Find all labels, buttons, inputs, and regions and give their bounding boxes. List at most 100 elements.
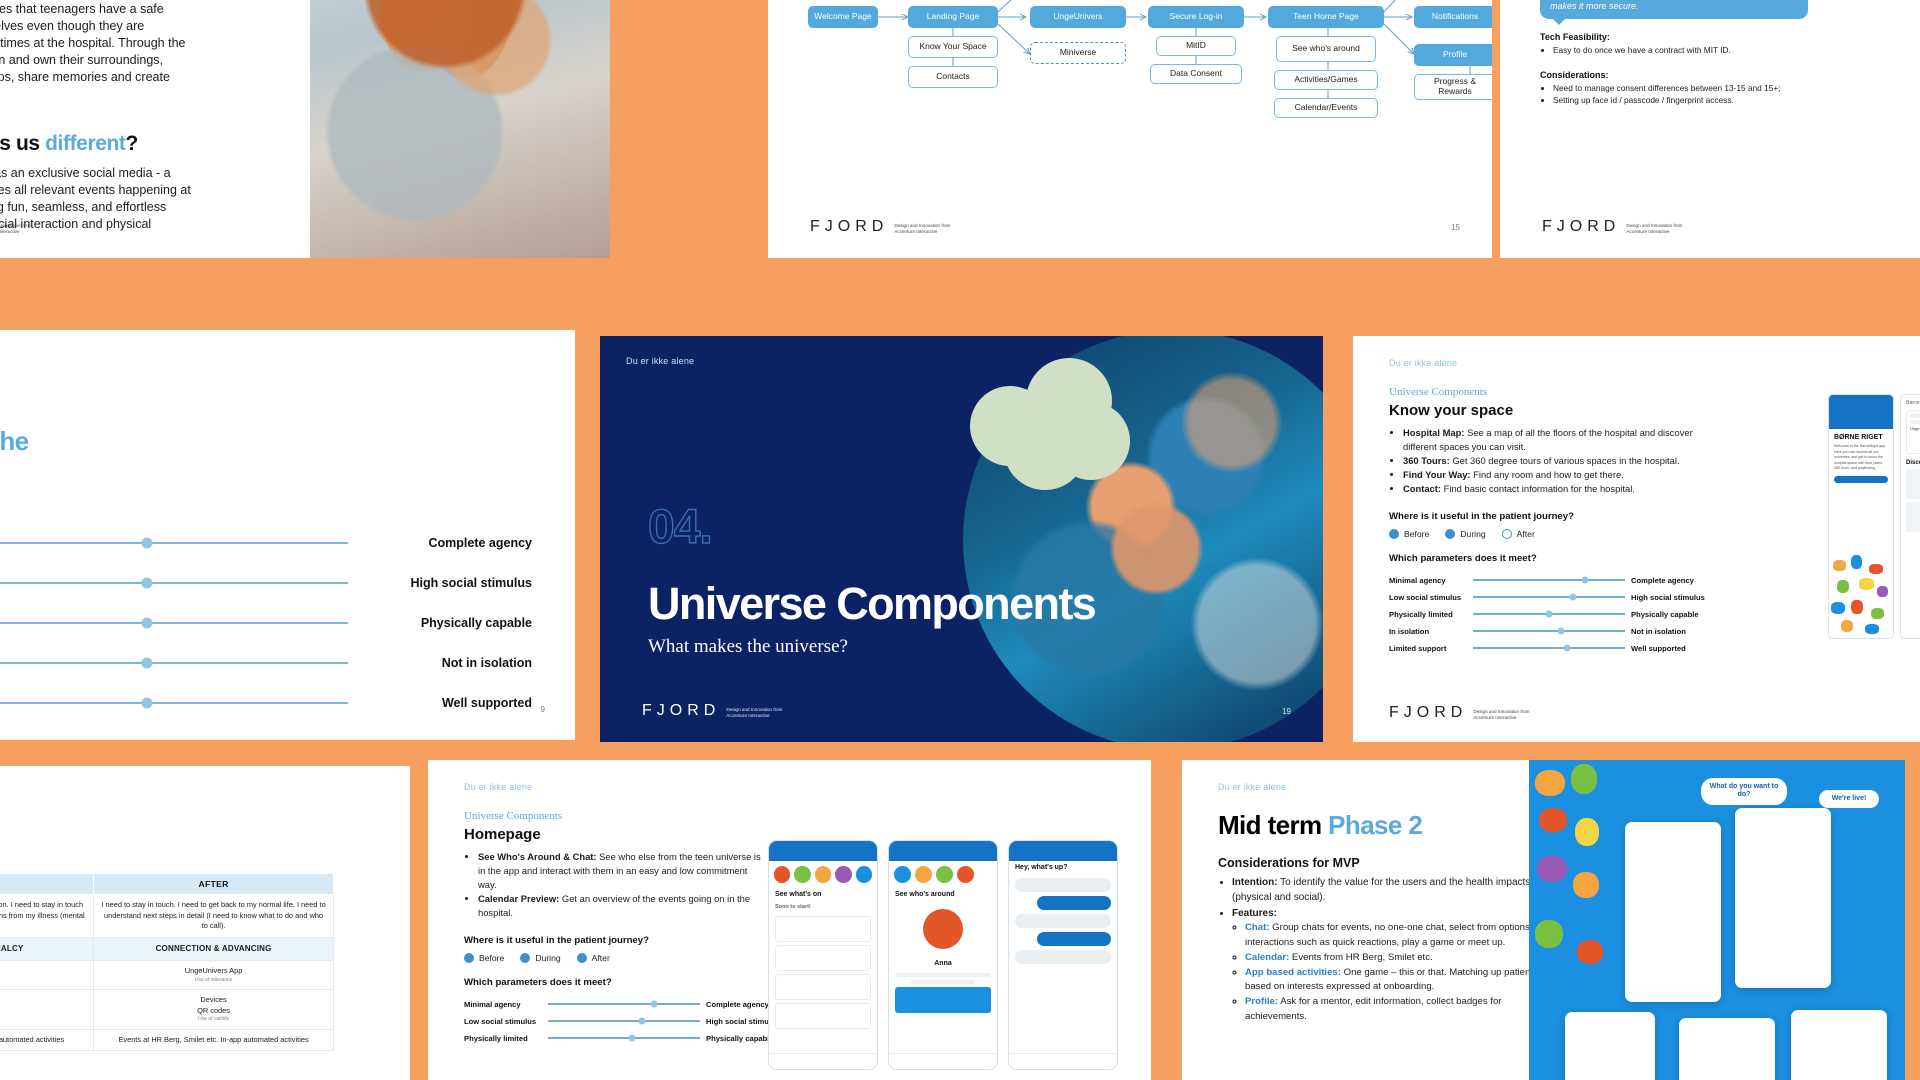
mock-card[interactable]: Unge Univers (1906, 410, 1920, 454)
flow-node-miniverse[interactable]: Miniverse (1030, 42, 1126, 64)
slider-track[interactable] (1473, 644, 1625, 652)
avatar[interactable] (915, 866, 932, 883)
flow-node-progress-rewards[interactable]: Progress & Rewards (1414, 74, 1492, 100)
slider-knob[interactable] (650, 1000, 658, 1008)
slider-knob[interactable] (1563, 644, 1571, 652)
feature-list: Hospital Map: See a map of all the floor… (1403, 426, 1699, 497)
radio-before[interactable]: Before (464, 952, 504, 963)
slider-track[interactable] (1473, 593, 1625, 601)
nav-icon[interactable] (916, 1054, 943, 1069)
mock-event-card[interactable] (775, 916, 871, 942)
slider-track[interactable] (548, 1000, 700, 1008)
flow-node-secure-login[interactable]: Secure Log-in (1148, 6, 1244, 28)
slide-how-do-we-do-it: and how do we do it? UngeUnivers ensures… (0, 0, 610, 258)
slider-knob[interactable] (141, 617, 153, 629)
nav-icon[interactable] (850, 1054, 877, 1069)
nav-icon[interactable] (769, 1054, 796, 1069)
mock-space-tile[interactable] (1906, 469, 1920, 499)
list-item-bold: Intention: (1232, 877, 1278, 888)
avatar[interactable] (774, 866, 791, 883)
radio-after[interactable]: After (1501, 528, 1535, 539)
flow-node-activities-games[interactable]: Activities/Games (1274, 70, 1378, 90)
slider-knob[interactable] (628, 1034, 636, 1042)
section-title: Universe Components (648, 578, 1097, 629)
flow-node-contacts[interactable]: Contacts (908, 66, 998, 88)
avatar[interactable] (855, 866, 873, 883)
slider-row: ulus High social stimulus (0, 563, 532, 603)
avatar[interactable] (814, 866, 832, 883)
slider-knob[interactable] (141, 577, 153, 589)
nav-icon[interactable] (796, 1054, 823, 1069)
slider-knob[interactable] (1545, 610, 1553, 618)
flow-node-teen-home-page[interactable]: Teen Home Page (1268, 6, 1384, 28)
mock-event-card[interactable] (775, 974, 871, 1000)
mock-phone-events: See what's on Soon to start! (768, 840, 878, 1070)
slider-track[interactable] (548, 1017, 700, 1025)
radio-during[interactable]: During (520, 952, 561, 963)
flow-node-landing-page[interactable]: Landing Page (908, 6, 998, 28)
slider-knob[interactable] (1557, 627, 1565, 635)
slider-track[interactable] (1473, 627, 1625, 635)
mock-cta-button[interactable] (1834, 476, 1888, 484)
slide1-heading2-part2: ? (125, 132, 139, 156)
flow-node-know-your-space[interactable]: Know Your Space (908, 36, 998, 58)
slider-track[interactable] (1473, 576, 1625, 584)
flow-node-welcome-page[interactable]: Welcome Page (808, 6, 878, 28)
nav-icon[interactable] (1009, 1054, 1036, 1069)
slider-row: Low social stimulus High social stimulus (464, 1013, 784, 1030)
avatar[interactable] (957, 866, 974, 883)
fjord-wordmark: FJORD (810, 218, 889, 235)
slide4-heading: tool to help assess the with a patient f… (0, 330, 575, 489)
avatar[interactable] (936, 866, 953, 883)
avatar[interactable] (894, 866, 911, 883)
flow-node-data-consent[interactable]: Data Consent (1150, 64, 1242, 84)
slider-knob[interactable] (1569, 593, 1577, 601)
nav-icon[interactable] (889, 1054, 916, 1069)
slider-track[interactable] (0, 697, 348, 709)
considerations-title: Considerations: (1540, 69, 1609, 80)
list-item-text: Get 360 degree tours of various spaces i… (1449, 455, 1680, 467)
nav-icon[interactable] (943, 1054, 970, 1069)
flow-node-ungeunivers[interactable]: UngeUnivers (1030, 6, 1126, 28)
mock-bottom-nav (769, 1053, 877, 1069)
mock-phone (1565, 1012, 1655, 1080)
nav-icon[interactable] (1036, 1054, 1063, 1069)
avatar[interactable] (794, 866, 811, 883)
nav-icon[interactable] (823, 1054, 850, 1069)
flow-node-profile[interactable]: Profile (1414, 44, 1492, 66)
slider-track[interactable] (1473, 610, 1625, 618)
slider-track[interactable] (0, 657, 348, 669)
slider-knob[interactable] (141, 657, 153, 669)
mock-header (1829, 395, 1893, 429)
mock-primary-action[interactable] (895, 987, 991, 1013)
slider-knob[interactable] (141, 537, 153, 549)
avatar[interactable] (835, 866, 852, 883)
radio-dot-icon (1501, 528, 1512, 539)
radio-before[interactable]: Before (1389, 528, 1429, 539)
slider-track[interactable] (548, 1034, 700, 1042)
flow-node-mitid[interactable]: MitID (1156, 36, 1236, 56)
list-item: Contact: Find basic contact information … (1403, 482, 1699, 496)
slider-track[interactable] (0, 537, 348, 549)
slider-track[interactable] (0, 617, 348, 629)
nav-icon[interactable] (1063, 1054, 1090, 1069)
mock-space-tile[interactable] (1906, 502, 1920, 532)
radio-after[interactable]: After (576, 952, 610, 963)
mock-event-card[interactable] (775, 945, 871, 971)
slider-knob[interactable] (141, 697, 153, 709)
table-row: I need to be involved. I need social con… (0, 893, 334, 939)
slider-label-right: Not in isolation (441, 656, 532, 671)
nav-icon[interactable] (1090, 1054, 1117, 1069)
nav-icon[interactable] (970, 1054, 997, 1069)
slide-know-your-space: Du er ikke alene Universe Components Kno… (1353, 336, 1920, 742)
slider-knob[interactable] (638, 1017, 646, 1025)
slider-track[interactable] (0, 577, 348, 589)
flow-node-notifications[interactable]: Notifications (1414, 6, 1492, 28)
mock-event-card[interactable] (775, 1003, 871, 1029)
radio-during[interactable]: During (1445, 528, 1486, 539)
slider-knob[interactable] (1581, 576, 1589, 584)
flow-node-calendar-events[interactable]: Calendar/Events (1274, 98, 1378, 118)
table-cell: CONNECTION & ADVANCING (93, 937, 334, 961)
flow-node-see-whos-around[interactable]: See who's around (1276, 36, 1376, 62)
slide8-kicker: Du er ikke alene (464, 782, 533, 792)
